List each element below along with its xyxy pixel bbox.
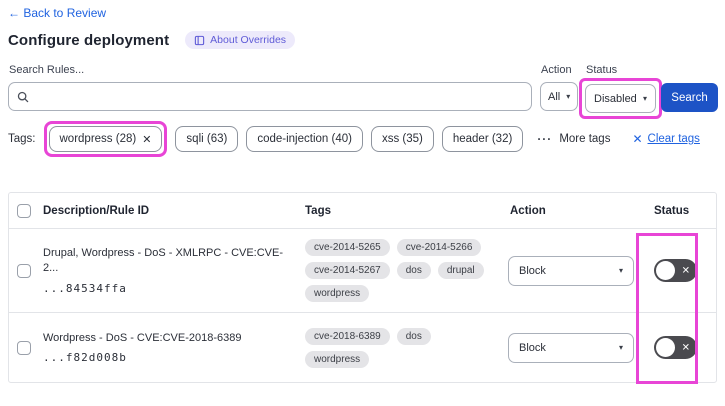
tags-label: Tags: bbox=[8, 133, 36, 145]
column-header-description: Description/Rule ID bbox=[43, 204, 150, 217]
toggle-x-icon: ✕ bbox=[681, 265, 690, 276]
search-rules-label: Search Rules... bbox=[9, 64, 85, 76]
table-row: Drupal, Wordpress - DoS - XMLRPC - CVE:C… bbox=[9, 229, 716, 313]
tag-filter-xss[interactable]: xss (35) bbox=[370, 126, 434, 152]
close-icon: ✕ bbox=[632, 132, 643, 146]
tag-filter-wordpress[interactable]: wordpress (28) ✕ bbox=[48, 126, 163, 152]
column-header-action: Action bbox=[510, 204, 546, 217]
rule-tag-chip: dos bbox=[396, 262, 431, 279]
more-tags-label: More tags bbox=[559, 133, 611, 145]
search-icon bbox=[17, 91, 29, 102]
search-rules-input[interactable] bbox=[35, 90, 523, 103]
rule-tag-chip: drupal bbox=[437, 262, 484, 279]
rule-tag-chip: cve-2014-5267 bbox=[305, 262, 390, 279]
column-header-status: Status bbox=[654, 204, 690, 217]
tags-filter-bar: Tags: wordpress (28) ✕ sqli (63) code-in… bbox=[8, 121, 700, 157]
selected-tag-highlight: wordpress (28) ✕ bbox=[43, 121, 168, 157]
select-all-checkbox[interactable] bbox=[17, 203, 31, 218]
rule-tag-chip: wordpress bbox=[305, 350, 370, 368]
action-label: Action bbox=[541, 64, 572, 76]
action-filter-value: All bbox=[548, 90, 561, 103]
status-filter-highlight: Disabled ▾ bbox=[579, 78, 662, 119]
status-toggle-off[interactable]: ✕ bbox=[654, 259, 697, 282]
search-button[interactable]: Search bbox=[661, 83, 718, 112]
book-icon bbox=[194, 35, 205, 45]
toggle-knob bbox=[656, 338, 675, 357]
status-label: Status bbox=[586, 64, 618, 76]
chevron-down-icon: ▾ bbox=[642, 94, 647, 103]
toggle-knob bbox=[656, 261, 675, 280]
tag-filter-sqli[interactable]: sqli (63) bbox=[175, 126, 239, 152]
more-tags-button[interactable]: ··· More tags bbox=[537, 132, 610, 146]
rules-table: Description/Rule ID Tags Action Status D… bbox=[8, 192, 717, 384]
table-row: Wordpress - DoS - CVE:CVE-2018-6389 ...f… bbox=[9, 313, 716, 382]
tag-filter-label: wordpress (28) bbox=[59, 133, 137, 145]
search-rules-field[interactable] bbox=[8, 82, 532, 111]
action-filter-dropdown[interactable]: All ▾ bbox=[540, 82, 578, 111]
rule-id: ...84534ffa bbox=[43, 281, 127, 295]
chevron-down-icon: ▾ bbox=[566, 92, 571, 101]
page-title: Configure deployment bbox=[8, 31, 170, 49]
rule-id: ...f82d008b bbox=[43, 351, 127, 365]
rule-tag-chip: cve-2014-5265 bbox=[305, 239, 390, 256]
chevron-down-icon: ▾ bbox=[618, 266, 623, 275]
clear-tags-label: Clear tags bbox=[647, 133, 700, 145]
back-to-review-link[interactable]: ← Back to Review bbox=[8, 6, 106, 20]
rule-tag-chip: dos bbox=[396, 327, 431, 345]
configure-deployment-page: ← Back to Review Configure deployment Ab… bbox=[0, 0, 725, 406]
rule-description: Drupal, Wordpress - DoS - XMLRPC - CVE:C… bbox=[43, 247, 284, 274]
rule-tag-chip: cve-2018-6389 bbox=[305, 327, 390, 345]
tag-filter-header[interactable]: header (32) bbox=[441, 126, 524, 152]
rule-tags: cve-2018-6389 dos wordpress bbox=[305, 327, 500, 368]
status-filter-value: Disabled bbox=[594, 92, 637, 105]
ellipsis-icon: ··· bbox=[537, 132, 553, 146]
action-select-value: Block bbox=[519, 264, 546, 277]
status-toggle-off[interactable]: ✕ bbox=[654, 336, 697, 359]
tag-filter-code-injection[interactable]: code-injection (40) bbox=[246, 126, 363, 152]
about-overrides-label: About Overrides bbox=[210, 34, 287, 46]
clear-tags-link[interactable]: ✕ Clear tags bbox=[632, 132, 699, 146]
action-select[interactable]: Block ▾ bbox=[508, 332, 634, 363]
rule-tag-chip: wordpress bbox=[305, 285, 370, 302]
row-checkbox[interactable] bbox=[17, 263, 31, 278]
status-filter-dropdown[interactable]: Disabled ▾ bbox=[585, 84, 656, 113]
action-select-value: Block bbox=[519, 341, 546, 354]
remove-tag-icon[interactable]: ✕ bbox=[142, 133, 151, 146]
title-row: Configure deployment About Overrides bbox=[8, 31, 296, 49]
chevron-down-icon: ▾ bbox=[618, 343, 623, 352]
rule-tags: cve-2014-5265 cve-2014-5266 cve-2014-526… bbox=[305, 239, 500, 302]
table-header-row: Description/Rule ID Tags Action Status bbox=[9, 193, 716, 229]
rule-tag-chip: cve-2014-5266 bbox=[396, 239, 482, 256]
row-checkbox[interactable] bbox=[17, 340, 31, 355]
toggle-x-icon: ✕ bbox=[681, 342, 690, 353]
action-select[interactable]: Block ▾ bbox=[508, 255, 634, 286]
rule-description: Wordpress - DoS - CVE:CVE-2018-6389 bbox=[43, 331, 242, 344]
about-overrides-badge[interactable]: About Overrides bbox=[185, 31, 296, 49]
column-header-tags: Tags bbox=[305, 204, 331, 217]
